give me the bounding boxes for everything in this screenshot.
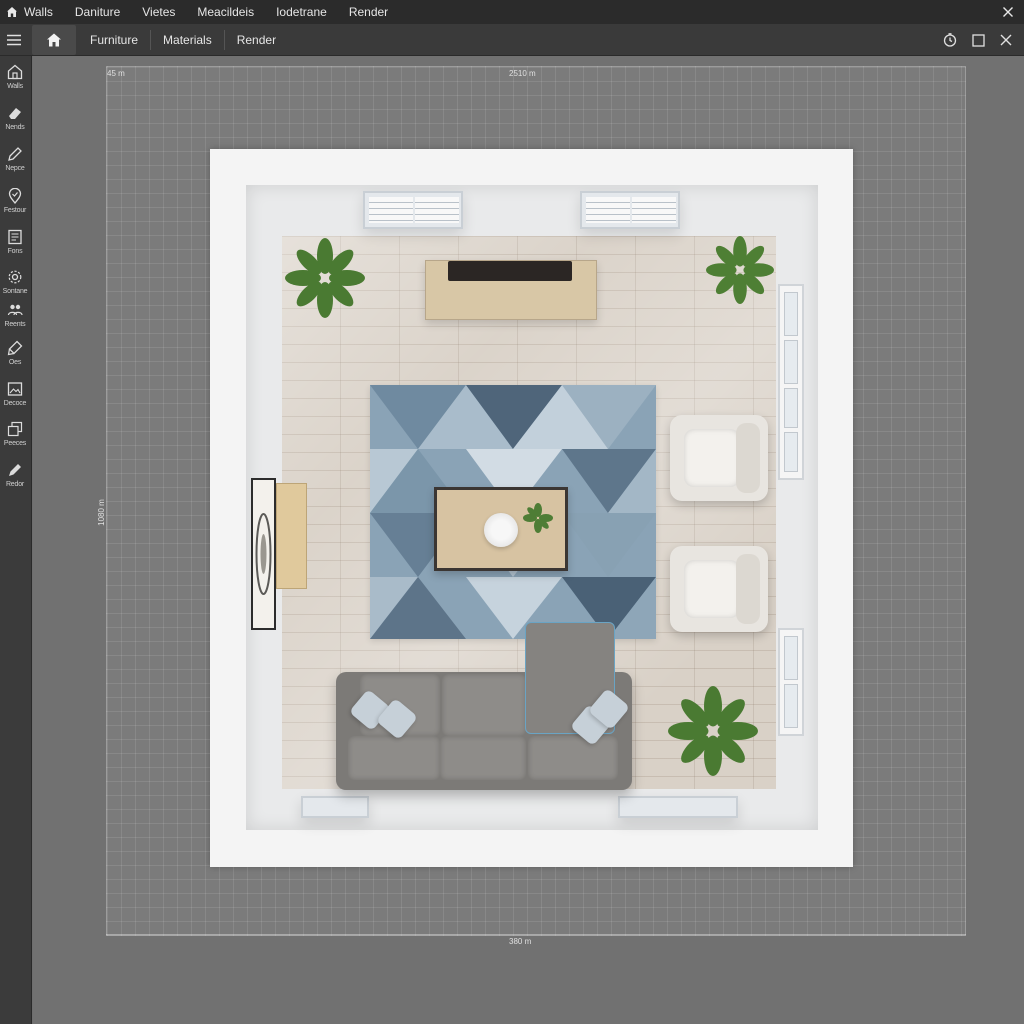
dimension-label-bottom: 380 m — [509, 937, 532, 946]
tool-feature[interactable]: Festour — [0, 186, 30, 224]
dimension-label-corner: 45 m — [107, 69, 125, 78]
skylight-pane — [415, 197, 459, 223]
window-pane — [784, 388, 798, 428]
window-pane — [784, 432, 798, 472]
tool-erase[interactable]: Nends — [0, 103, 30, 141]
window-right-top[interactable] — [778, 284, 804, 480]
pen-icon — [9, 464, 21, 476]
location-pin-icon — [8, 188, 22, 204]
tab-render[interactable]: Render — [225, 30, 288, 50]
design-canvas[interactable]: 45 m 2510 m 1080 m 380 m — [33, 56, 1024, 1024]
dimension-label-left: 1080 m — [96, 499, 106, 526]
toolbar-tabs: Furniture Materials Render — [78, 29, 288, 50]
sofa-seat-cushion — [440, 736, 526, 780]
menu-item-render[interactable]: Render — [349, 5, 388, 19]
sofa-seat-cushion — [348, 736, 440, 780]
home-icon — [7, 64, 23, 80]
tool-recents[interactable]: Reents — [0, 300, 30, 338]
plant-top-right-icon[interactable] — [706, 236, 774, 304]
skylight-pane — [632, 197, 676, 223]
television[interactable] — [448, 261, 572, 281]
window-controls — [936, 24, 1020, 56]
menu-item-materials[interactable]: Meacildeis — [197, 5, 254, 19]
picture-icon — [7, 382, 23, 396]
skylight-pane — [586, 197, 630, 223]
window-right-bottom[interactable] — [778, 628, 804, 736]
menu-item-decorate[interactable]: Iodetrane — [276, 5, 327, 19]
tool-pieces[interactable]: Peeces — [0, 419, 30, 457]
tool-draw[interactable]: Nepce — [0, 144, 30, 182]
menu-item-views[interactable]: Vietes — [142, 5, 175, 19]
skylight-left[interactable] — [363, 191, 463, 229]
tool-decor[interactable]: Decoce — [0, 379, 30, 417]
hamburger-menu-icon[interactable] — [0, 24, 28, 56]
close-icon[interactable] — [1000, 3, 1016, 21]
skylight-right[interactable] — [580, 191, 680, 229]
tool-render[interactable]: Redor — [0, 460, 30, 498]
wall-art-pattern — [255, 513, 272, 595]
skylight-bottom-right[interactable] — [618, 796, 738, 818]
menu-item-furniture[interactable]: Daniture — [75, 5, 120, 19]
tab-materials[interactable]: Materials — [151, 29, 225, 50]
dimension-label-top: 2510 m — [509, 69, 536, 78]
armchair-back — [736, 423, 760, 493]
armchair-bottom[interactable] — [670, 546, 768, 632]
people-icon — [7, 304, 23, 316]
window-pane — [784, 684, 798, 728]
tool-fonts[interactable]: Fons — [0, 227, 30, 265]
small-plant-icon[interactable] — [522, 502, 554, 534]
pencil-icon — [8, 147, 22, 161]
wall-art[interactable] — [251, 478, 276, 630]
dimension-line-bottom — [106, 934, 966, 935]
window-pane — [784, 340, 798, 384]
sideboard[interactable] — [276, 483, 307, 589]
tool-paint[interactable]: Oes — [0, 338, 30, 376]
document-icon — [8, 229, 22, 245]
layers-icon — [7, 421, 23, 437]
settings-icon — [8, 270, 22, 284]
sofa-seat-cushion — [528, 736, 618, 780]
tool-sidebar: Walls Nends Nepce Festour Fons Sontane R… — [0, 56, 32, 1024]
timer-icon[interactable] — [936, 26, 964, 54]
decor-bowl[interactable] — [484, 513, 518, 547]
tab-furniture[interactable]: Furniture — [78, 29, 152, 50]
window-pane — [784, 292, 798, 336]
menu-item-walls[interactable]: Walls — [24, 5, 53, 19]
menu-bar: Walls Daniture Vietes Meacildeis Iodetra… — [0, 0, 1024, 24]
armchair-back — [736, 554, 760, 624]
plant-bottom-right-icon[interactable] — [668, 686, 758, 776]
maximize-icon[interactable] — [964, 26, 992, 54]
home-icon — [47, 33, 61, 46]
skylight-pane — [369, 197, 413, 223]
brush-icon — [7, 340, 23, 356]
skylight-bottom-left[interactable] — [301, 796, 369, 818]
plant-top-left-icon[interactable] — [285, 238, 365, 318]
toolbar: Furniture Materials Render — [0, 24, 1024, 56]
sofa-back-cushion — [442, 674, 526, 736]
home-icon[interactable] — [0, 0, 24, 24]
home-tab[interactable] — [32, 24, 76, 55]
armchair-top[interactable] — [670, 415, 768, 501]
armchair-seat — [684, 429, 740, 487]
close-icon[interactable] — [992, 26, 1020, 54]
tool-walls[interactable]: Walls — [0, 62, 30, 100]
eraser-icon — [9, 108, 21, 119]
window-pane — [784, 636, 798, 680]
armchair-seat — [684, 560, 740, 618]
